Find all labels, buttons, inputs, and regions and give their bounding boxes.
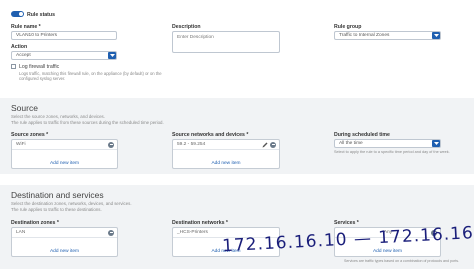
source-zones-label: Source zones * [11, 132, 49, 138]
list-item: LAN [12, 228, 117, 238]
source-zone-item: WiFi [16, 142, 26, 147]
destination-description-line1: Select the destination zones, networks, … [11, 201, 132, 206]
rule-status-label: Rule status [27, 12, 55, 18]
add-service-button[interactable]: Add new item [335, 249, 440, 254]
destination-networks-label: Destination networks * [172, 220, 228, 226]
edit-pencil-icon[interactable] [262, 142, 268, 148]
rule-status-toggle[interactable] [11, 11, 24, 17]
add-destination-zone-button[interactable]: Add new item [12, 249, 117, 254]
schedule-dropdown-button[interactable] [432, 140, 440, 147]
chevron-down-icon [433, 34, 439, 37]
action-value: Accept [16, 53, 31, 58]
destination-network-item: _HCS-Printers [177, 230, 208, 235]
toggle-knob [19, 12, 23, 16]
services-label: Services * [334, 220, 359, 226]
destination-zones-label: Destination zones * [11, 220, 59, 226]
list-item: WiFi [12, 140, 117, 150]
description-label: Description [172, 24, 201, 30]
remove-item-icon[interactable] [270, 141, 276, 148]
remove-item-icon[interactable] [108, 229, 114, 236]
log-traffic-label: Log firewall traffic [19, 64, 60, 70]
chevron-down-icon [109, 54, 115, 57]
schedule-value: All the time [339, 141, 363, 146]
source-networks-list: 59.2 - 59.254 Add new item [172, 139, 280, 169]
rule-name-label: Rule name * [11, 24, 41, 30]
description-textarea[interactable]: Enter Description [172, 31, 280, 53]
rule-group-label: Rule group [334, 24, 362, 30]
source-title: Source [11, 103, 38, 113]
source-network-item: 59.2 - 59.254 [177, 142, 206, 147]
schedule-label: During scheduled time [334, 132, 390, 138]
destination-zones-list: LAN Add new item [11, 227, 118, 257]
source-description-line2: The rule applies to traffic from these s… [11, 120, 164, 125]
action-select[interactable]: Accept [11, 51, 117, 60]
description-placeholder: Enter Description [177, 35, 214, 40]
action-label: Action [11, 44, 28, 50]
destination-title: Destination and services [11, 190, 104, 200]
source-description-line1: Select the source zones, networks, and d… [11, 114, 105, 119]
add-source-zone-button[interactable]: Add new item [12, 161, 117, 166]
action-dropdown-button[interactable] [108, 52, 116, 59]
source-zones-list: WiFi Add new item [11, 139, 118, 169]
destination-description-line2: The rule applies to traffic to these des… [11, 207, 102, 212]
destination-zone-item: LAN [16, 230, 26, 235]
source-networks-label: Source networks and devices * [172, 132, 249, 138]
rule-name-value: VLAN10 to Printers [16, 33, 58, 38]
remove-item-icon[interactable] [108, 141, 114, 148]
services-help: Services are traffic types based on a co… [344, 259, 459, 263]
log-traffic-checkbox[interactable] [11, 64, 16, 69]
schedule-help: Select to apply the rule to a specific t… [334, 150, 450, 154]
rule-group-value: Traffic to Internal Zones [339, 33, 390, 38]
schedule-select[interactable]: All the time [334, 139, 441, 148]
log-traffic-help-line2: configured syslog server. [19, 76, 66, 81]
add-source-network-button[interactable]: Add new item [173, 161, 279, 166]
list-item: 59.2 - 59.254 [173, 140, 279, 150]
rule-group-dropdown-button[interactable] [432, 32, 440, 39]
rule-group-select[interactable]: Traffic to Internal Zones [334, 31, 441, 40]
rule-name-input[interactable]: VLAN10 to Printers [11, 31, 117, 40]
chevron-down-icon [433, 142, 439, 145]
